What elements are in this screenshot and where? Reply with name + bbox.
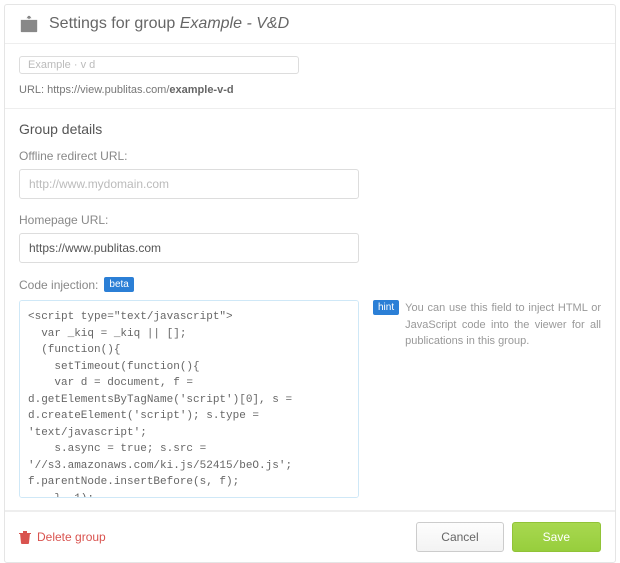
homepage-url-label: Homepage URL:	[19, 213, 601, 227]
trash-icon	[19, 530, 31, 544]
offline-url-input[interactable]	[19, 169, 359, 199]
page-title: Settings for group Example - V&D	[49, 15, 289, 33]
hint-text: You can use this field to inject HTML or…	[405, 300, 601, 350]
hint-box: hint You can use this field to inject HT…	[373, 300, 601, 350]
slug-input-truncated[interactable]: Example · v d	[19, 56, 299, 74]
homepage-url-input[interactable]	[19, 233, 359, 263]
folder-icon	[19, 15, 39, 33]
group-name: Example - V&D	[180, 15, 289, 32]
cancel-button[interactable]: Cancel	[416, 522, 503, 552]
save-button[interactable]: Save	[512, 522, 601, 552]
delete-group-link[interactable]: Delete group	[19, 530, 106, 544]
section-title: Group details	[19, 121, 601, 137]
group-details-section: Group details Offline redirect URL: Home…	[5, 109, 615, 511]
beta-badge: beta	[104, 277, 133, 292]
code-injection-row: hint You can use this field to inject HT…	[19, 300, 601, 498]
footer-actions: Cancel Save	[416, 522, 601, 552]
hint-badge: hint	[373, 300, 399, 315]
delete-group-label: Delete group	[37, 530, 106, 544]
offline-url-label: Offline redirect URL:	[19, 149, 601, 163]
settings-card: Settings for group Example - V&D Example…	[4, 4, 616, 563]
card-footer: Delete group Cancel Save	[5, 511, 615, 562]
card-header: Settings for group Example - V&D	[5, 5, 615, 44]
code-injection-textarea[interactable]	[19, 300, 359, 498]
slug-section: Example · v d URL: https://view.publitas…	[5, 44, 615, 109]
code-injection-label-row: Code injection: beta	[19, 277, 601, 292]
url-preview: URL: https://view.publitas.com/example-v…	[19, 84, 601, 96]
code-injection-label: Code injection:	[19, 278, 98, 292]
